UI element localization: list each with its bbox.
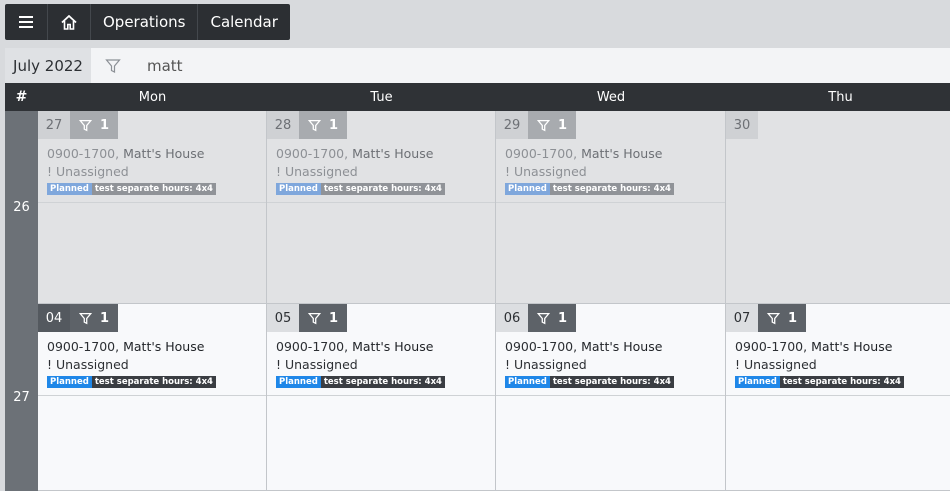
day-header-wed: Wed [596,89,626,105]
note-badge: test separate hours: 4x4 [779,376,904,388]
filter-icon [766,312,780,324]
note-badge: test separate hours: 4x4 [91,376,216,388]
day-number: 29 [496,111,528,139]
event-count: 1 [787,310,798,326]
top-toolbar: Operations Calendar [5,4,290,40]
event-assignee: ! Unassigned [47,357,129,372]
calendar-cell[interactable]: 05 1 0900-1700, Matt's House ! Unassigne… [267,304,496,491]
calendar-event[interactable]: 0900-1700, Matt's House ! Unassigned Pla… [267,139,495,203]
event-location: Matt's House [352,339,434,354]
calendar-cell[interactable]: 27 1 0900-1700, Matt's House ! Unassigne… [38,111,267,304]
status-badge: Planned [505,183,550,195]
filter-icon [307,119,321,131]
note-badge: test separate hours: 4x4 [549,376,674,388]
event-count-badge[interactable]: 1 [299,304,347,332]
note-badge: test separate hours: 4x4 [91,183,216,195]
day-header: # Mon Tue Wed Thu [5,83,950,111]
day-number: 30 [726,111,758,139]
day-header-thu: Thu [828,89,853,105]
event-time: 0900-1700, [735,339,812,354]
hamburger-icon [19,16,33,28]
event-count: 1 [328,310,339,326]
event-location: Matt's House [352,146,434,161]
event-count: 1 [99,117,110,133]
calendar-cell[interactable]: 04 1 0900-1700, Matt's House ! Unassigne… [38,304,267,491]
filter-icon [78,119,92,131]
event-assignee: ! Unassigned [47,164,129,179]
status-badge: Planned [276,376,321,388]
home-button[interactable] [48,4,91,40]
home-icon [61,14,77,30]
event-location: Matt's House [123,146,205,161]
event-time: 0900-1700, [505,339,582,354]
event-count-badge[interactable]: 1 [528,111,576,139]
calendar-cell[interactable]: 30 [726,111,950,304]
day-number: 28 [267,111,299,139]
week-number-27: 27 [5,304,38,491]
event-location: Matt's House [811,339,893,354]
event-time: 0900-1700, [47,146,124,161]
event-count-badge[interactable]: 1 [758,304,806,332]
event-assignee: ! Unassigned [735,357,817,372]
event-location: Matt's House [581,146,663,161]
status-badge: Planned [47,183,92,195]
day-number: 04 [38,304,70,332]
calendar-event[interactable]: 0900-1700, Matt's House ! Unassigned Pla… [38,332,266,396]
event-assignee: ! Unassigned [276,357,358,372]
day-header-mon: Mon [138,89,167,105]
breadcrumb-calendar[interactable]: Calendar [198,4,289,40]
filter-icon [536,119,550,131]
calendar-event[interactable]: 0900-1700, Matt's House ! Unassigned Pla… [726,332,950,396]
note-badge: test separate hours: 4x4 [549,183,674,195]
filter-icon [536,312,550,324]
event-count-badge[interactable]: 1 [528,304,576,332]
calendar-event[interactable]: 0900-1700, Matt's House ! Unassigned Pla… [38,139,266,203]
event-count: 1 [99,310,110,326]
day-header-tue: Tue [370,89,393,105]
filter-value[interactable]: matt [135,57,183,75]
event-time: 0900-1700, [276,339,353,354]
status-badge: Planned [505,376,550,388]
note-badge: test separate hours: 4x4 [320,376,445,388]
event-count-badge[interactable]: 1 [70,111,118,139]
event-count: 1 [557,310,568,326]
calendar-subbar: July 2022 matt [5,48,950,83]
filter-icon [78,312,92,324]
status-badge: Planned [47,376,92,388]
event-location: Matt's House [123,339,205,354]
event-assignee: ! Unassigned [276,164,358,179]
event-count-badge[interactable]: 1 [70,304,118,332]
event-time: 0900-1700, [505,146,582,161]
breadcrumb-operations[interactable]: Operations [91,4,199,40]
event-count: 1 [328,117,339,133]
event-count: 1 [557,117,568,133]
day-number: 06 [496,304,528,332]
calendar-event[interactable]: 0900-1700, Matt's House ! Unassigned Pla… [267,332,495,396]
calendar-event[interactable]: 0900-1700, Matt's House ! Unassigned Pla… [496,139,725,203]
event-location: Matt's House [581,339,663,354]
calendar-cell[interactable]: 07 1 0900-1700, Matt's House ! Unassigne… [726,304,950,491]
event-time: 0900-1700, [47,339,124,354]
week-number-header: # [15,89,28,105]
day-number: 27 [38,111,70,139]
event-assignee: ! Unassigned [505,164,587,179]
week-number-26: 26 [5,111,38,304]
event-count-badge[interactable]: 1 [299,111,347,139]
menu-button[interactable] [5,4,48,40]
status-badge: Planned [735,376,780,388]
filter-icon [105,58,121,73]
status-badge: Planned [276,183,321,195]
month-selector[interactable]: July 2022 [5,48,91,83]
event-time: 0900-1700, [276,146,353,161]
calendar-event[interactable]: 0900-1700, Matt's House ! Unassigned Pla… [496,332,725,396]
note-badge: test separate hours: 4x4 [320,183,445,195]
filter-button[interactable] [91,48,135,83]
calendar-cell[interactable]: 28 1 0900-1700, Matt's House ! Unassigne… [267,111,496,304]
day-number: 05 [267,304,299,332]
calendar-cell[interactable]: 29 1 0900-1700, Matt's House ! Unassigne… [496,111,726,304]
filter-icon [307,312,321,324]
event-assignee: ! Unassigned [505,357,587,372]
day-number: 07 [726,304,758,332]
calendar-cell[interactable]: 06 1 0900-1700, Matt's House ! Unassigne… [496,304,726,491]
